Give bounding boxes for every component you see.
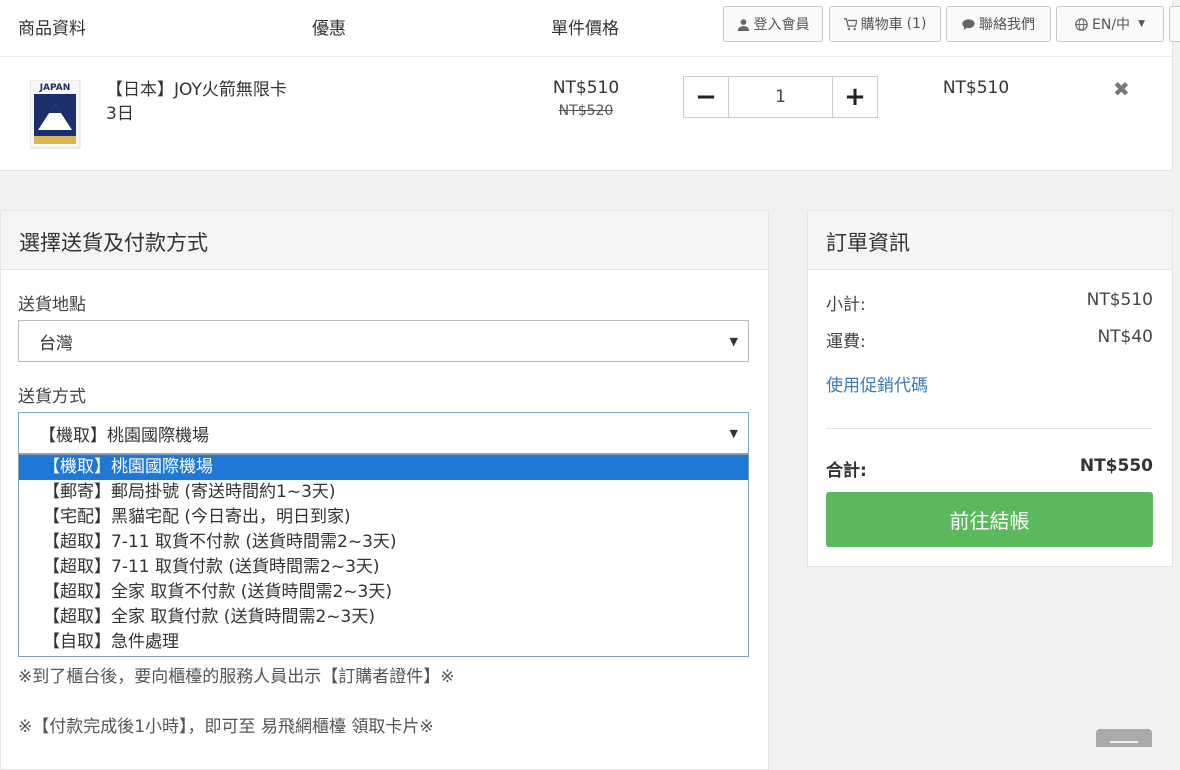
thumbnail-text: JAPAN — [39, 83, 71, 93]
login-button[interactable]: 登入會員 — [723, 6, 823, 42]
cart-icon — [843, 17, 857, 30]
order-panel-title: 訂單資訊 — [826, 231, 910, 255]
delivery-option[interactable]: 【超取】全家 取貨不付款 (送貨時間需2~3天) — [19, 580, 748, 605]
contact-button[interactable]: 聯絡我們 — [946, 6, 1051, 42]
delivery-method-select[interactable]: 【機取】桃園國際機場 ▼ — [18, 412, 749, 454]
delivery-method-options: 【機取】桃園國際機場 【郵寄】郵局掛號 (寄送時間約1~3天) 【宅配】黑貓宅配… — [18, 454, 749, 657]
grand-total-label: 合計: — [826, 461, 867, 481]
delivery-location-value: 台灣 — [39, 333, 73, 354]
chevron-down-icon: ▼ — [1138, 19, 1145, 29]
user-icon — [737, 18, 749, 31]
row-divider — [0, 56, 1172, 57]
subtotal-label: 小計: — [826, 295, 866, 315]
language-label: EN/中 — [1092, 17, 1131, 33]
delivery-method-value: 【機取】桃園國際機場 — [39, 425, 209, 446]
product-thumbnail: JAPAN — [29, 79, 82, 150]
quantity-input[interactable]: 1 — [728, 77, 833, 117]
menu-button-partial[interactable] — [1169, 6, 1180, 42]
delivery-option[interactable]: 【機取】桃園國際機場 — [19, 455, 748, 480]
chat-bubble-icon — [962, 18, 975, 30]
increase-quantity-button[interactable]: + — [833, 77, 877, 117]
delivery-option[interactable]: 【郵寄】郵局掛號 (寄送時間約1~3天) — [19, 480, 748, 505]
delivery-method-label: 送貨方式 — [18, 387, 86, 407]
checkout-button[interactable]: 前往結帳 — [826, 492, 1153, 547]
subtotal-row: 小計: NT$510 — [826, 290, 1153, 315]
cart-button[interactable]: 購物車 (1) — [829, 6, 941, 42]
shipping-fee-value: NT$40 — [1097, 327, 1153, 347]
delivery-location-label: 送貨地點 — [18, 295, 86, 315]
cart-label: 購物車 — [860, 17, 903, 33]
promo-code-link[interactable]: 使用促銷代碼 — [826, 371, 928, 396]
delivery-option[interactable]: 【自取】急件處理 — [19, 630, 748, 655]
product-name[interactable]: 【日本】JOY火箭無限卡 3日 — [106, 78, 296, 126]
grand-total-value: NT$550 — [1079, 456, 1153, 476]
delivery-option[interactable]: 【超取】7-11 取貨不付款 (送貨時間需2~3天) — [19, 530, 748, 555]
summary-divider — [826, 428, 1153, 429]
pickup-time-note: ※【付款完成後1小時】，即可至 易飛網櫃檯 領取卡片※ — [18, 717, 434, 737]
unit-price: NT$510 — [552, 78, 620, 98]
shipping-fee-label: 運費: — [826, 332, 866, 352]
delivery-option[interactable]: 【超取】7-11 取貨付款 (送貨時間需2~3天) — [19, 555, 748, 580]
decrease-quantity-button[interactable]: − — [684, 77, 728, 117]
pickup-note: ※到了櫃台後，要向櫃檯的服務人員出示【訂購者證件】※ — [18, 667, 455, 687]
language-button[interactable]: EN/中 ▼ — [1056, 6, 1164, 42]
login-label: 登入會員 — [753, 17, 810, 33]
column-header-product: 商品資料 — [18, 19, 86, 39]
shipping-panel-title: 選擇送貨及付款方式 — [19, 231, 208, 255]
order-panel-header: 訂單資訊 — [808, 211, 1172, 270]
dropdown-arrow-icon: ▼ — [729, 334, 738, 348]
grand-total-row: 合計: NT$550 — [826, 456, 1153, 481]
contact-label: 聯絡我們 — [979, 17, 1035, 33]
quantity-stepper: − 1 + — [683, 76, 878, 118]
line-total: NT$510 — [942, 78, 1010, 98]
shipping-panel-header: 選擇送貨及付款方式 — [1, 211, 768, 270]
delivery-option[interactable]: 【宅配】黑貓宅配 (今日寄出，明日到家) — [19, 505, 748, 530]
cart-count: (1) — [906, 16, 927, 32]
remove-item-icon[interactable]: ✖ — [1113, 77, 1130, 101]
shipping-fee-row: 運費: NT$40 — [826, 327, 1153, 352]
original-price: NT$520 — [558, 103, 614, 119]
globe-icon — [1075, 17, 1088, 31]
delivery-location-select[interactable]: 台灣 ▼ — [18, 320, 749, 362]
delivery-option[interactable]: 【超取】全家 取貨付款 (送貨時間需2~3天) — [19, 605, 748, 630]
column-header-discount: 優惠 — [312, 19, 346, 39]
scroll-to-top-button[interactable] — [1096, 729, 1152, 747]
dropdown-arrow-icon: ▼ — [729, 426, 738, 440]
subtotal-value: NT$510 — [1086, 290, 1153, 310]
column-header-unit-price: 單件價格 — [551, 19, 619, 39]
